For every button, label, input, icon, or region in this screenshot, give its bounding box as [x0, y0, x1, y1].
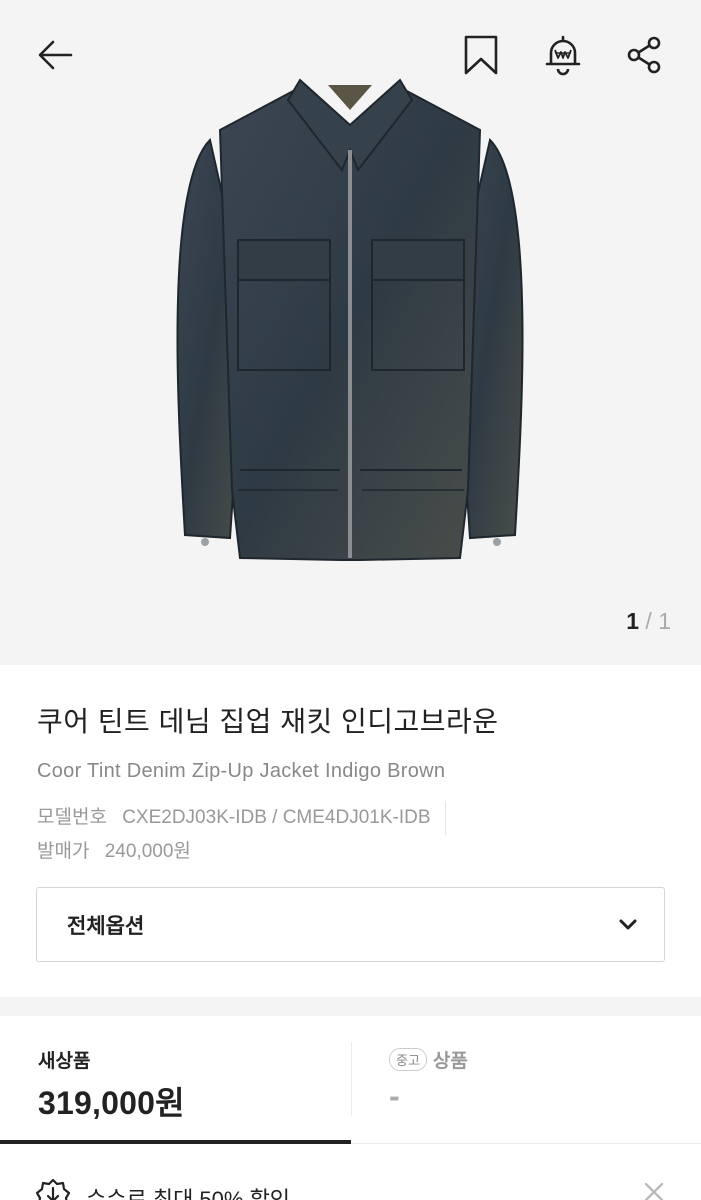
model-number-value: CXE2DJ03K-IDB / CME4DJ01K-IDB	[122, 807, 431, 828]
fee-discount-banner[interactable]: 수수료 최대 50% 할인	[0, 1148, 701, 1200]
product-info: 쿠어 틴트 데님 집업 재킷 인디고브라운 Coor Tint Denim Zi…	[37, 700, 667, 869]
product-image[interactable]	[150, 70, 550, 570]
product-title-english: Coor Tint Denim Zip-Up Jacket Indigo Bro…	[37, 760, 446, 782]
used-product-price: -	[389, 1078, 400, 1114]
option-select-label: 전체옵션	[67, 914, 145, 938]
release-price-value: 240,000원	[104, 841, 191, 862]
share-button[interactable]	[619, 30, 669, 80]
new-product-label: 새상품	[38, 1051, 91, 1072]
model-number-label: 모델번호	[37, 807, 107, 828]
image-counter-separator: /	[645, 608, 652, 634]
fee-discount-text: 수수료 최대 50% 할인	[86, 1187, 291, 1200]
price-tabs: 새상품 319,000원 중고 상품 -	[0, 1016, 701, 1144]
image-counter-current: 1	[626, 608, 640, 634]
image-counter-total: 1	[658, 608, 671, 634]
product-meta: 모델번호 CXE2DJ03K-IDB / CME4DJ01K-IDB 발매가 2…	[37, 801, 667, 869]
back-button[interactable]	[30, 30, 80, 80]
arrow-left-icon	[38, 40, 73, 70]
model-number-row: 모델번호 CXE2DJ03K-IDB / CME4DJ01K-IDB	[37, 801, 667, 835]
share-icon	[627, 36, 661, 74]
tab-separator	[351, 1042, 352, 1116]
chevron-down-icon	[619, 919, 637, 929]
product-title-korean: 쿠어 틴트 데님 집업 재킷 인디고브라운	[37, 706, 499, 737]
used-product-label: 상품	[432, 1051, 468, 1072]
image-counter: 1 / 1	[626, 608, 671, 635]
used-badge: 중고	[389, 1048, 427, 1071]
tab-used-product[interactable]: 중고 상품 -	[351, 1016, 701, 1144]
section-divider	[0, 997, 701, 1016]
new-product-price: 319,000원	[38, 1085, 185, 1121]
product-image-area[interactable]: 1 / 1	[0, 0, 701, 665]
bookmark-icon	[464, 35, 498, 75]
tab-new-product[interactable]: 새상품 319,000원	[0, 1016, 351, 1144]
discount-badge-icon	[36, 1178, 70, 1200]
used-product-label-row: 중고 상품	[389, 1046, 468, 1073]
option-select[interactable]: 전체옵션	[36, 887, 665, 962]
release-price-row: 발매가 240,000원	[37, 835, 667, 869]
close-icon[interactable]	[640, 1178, 668, 1200]
release-price-label: 발매가	[37, 841, 90, 862]
